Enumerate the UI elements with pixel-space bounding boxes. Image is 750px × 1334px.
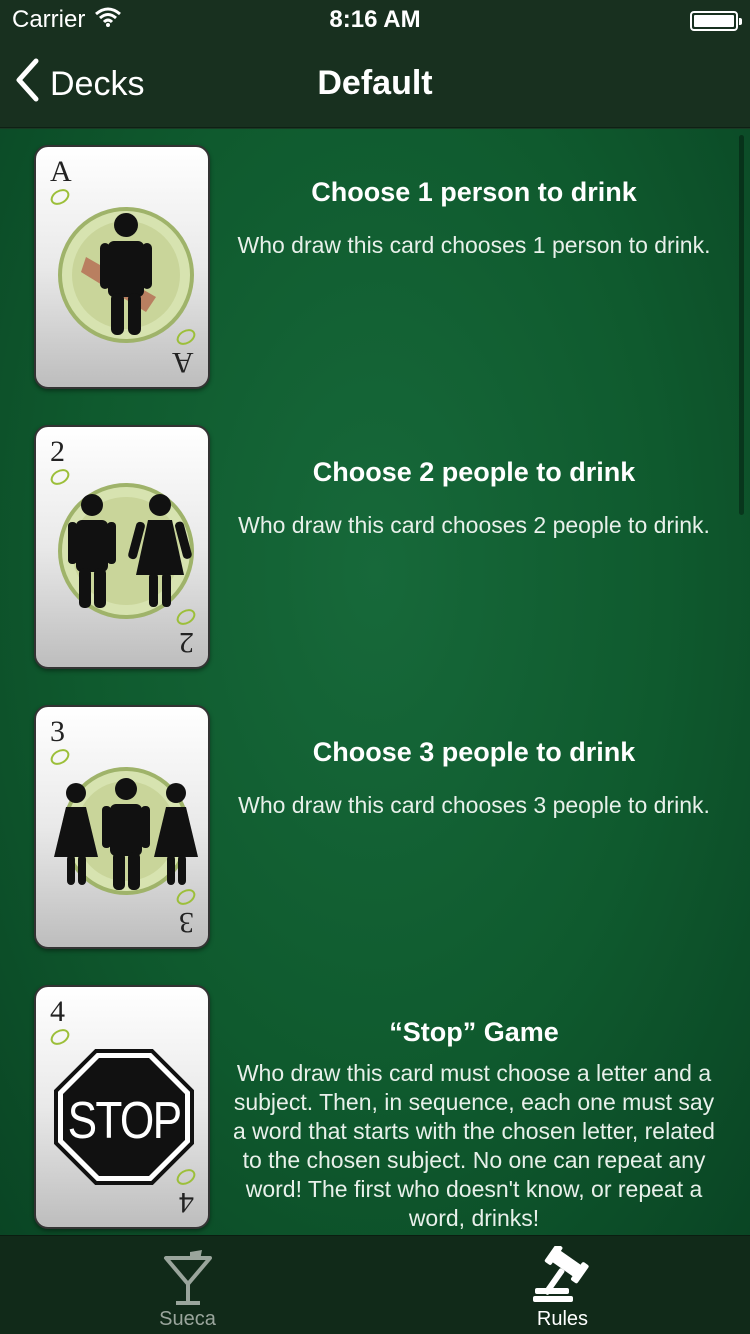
cocktail-glass-icon <box>163 1250 212 1305</box>
tab-bar: Sueca Rules <box>0 1235 750 1334</box>
leaf-icon <box>176 889 196 905</box>
tab-label: Sueca <box>159 1308 216 1330</box>
rule-title: Choose 2 people to drink <box>312 457 636 487</box>
tab-label: Rules <box>536 1308 589 1330</box>
leaf-icon <box>50 1029 70 1045</box>
rule-description: Who draw this card chooses 3 people to d… <box>238 792 710 818</box>
stop-sign-text: STOP <box>67 1092 182 1150</box>
card-image: A A <box>34 145 210 389</box>
card-rank-inverted: 4 <box>179 1186 194 1219</box>
rule-title: Choose 3 people to drink <box>312 737 636 767</box>
rules-list[interactable]: A A Choose 1 person to drink Who draw th… <box>0 129 750 1235</box>
leaf-icon <box>176 1169 196 1185</box>
rule-description: Who draw this card chooses 2 people to d… <box>238 512 710 538</box>
navigation-bar: Decks Default <box>0 40 750 128</box>
card-rank-inverted: A <box>172 346 194 379</box>
tab-sueca[interactable]: Sueca <box>0 1236 375 1334</box>
rule-text: Choose 2 people to drink Who draw this c… <box>232 455 716 540</box>
rule-text: “Stop” Game Who draw this card must choo… <box>232 1015 716 1233</box>
list-item[interactable]: 4 4 STOP “Stop” Game Who draw this card … <box>0 969 750 1231</box>
status-time: 8:16 AM <box>329 6 421 33</box>
card-image: 3 3 <box>34 705 210 949</box>
leaf-icon <box>176 329 196 345</box>
card-rank-inverted: 3 <box>179 906 194 939</box>
rule-text: Choose 1 person to drink Who draw this c… <box>232 175 716 260</box>
card-rank-inverted: 2 <box>179 626 194 659</box>
rule-description: Who draw this card chooses 1 person to d… <box>237 232 711 258</box>
page-title: Default <box>317 64 433 102</box>
tab-rules[interactable]: Rules <box>375 1236 750 1334</box>
rule-text: Choose 3 people to drink Who draw this c… <box>232 735 716 820</box>
leaf-icon <box>176 609 196 625</box>
leaf-icon <box>50 189 70 205</box>
card-image: 4 4 STOP <box>34 985 210 1229</box>
list-item[interactable]: 3 3 Choose 3 people to drink Who draw th… <box>0 689 750 949</box>
list-item[interactable]: A A Choose 1 person to drink Who draw th… <box>0 129 750 389</box>
leaf-icon <box>50 469 70 485</box>
card-rank: 3 <box>50 715 65 748</box>
rule-title: Choose 1 person to drink <box>311 177 637 207</box>
status-bar: Carrier 8:16 AM <box>0 0 750 40</box>
rule-description: Who draw this card must choose a letter … <box>233 1060 715 1231</box>
battery-fill <box>694 15 734 27</box>
battery-icon <box>690 11 742 31</box>
card-rank: 2 <box>50 435 65 468</box>
gavel-icon <box>532 1246 589 1302</box>
card-rank: A <box>50 155 72 188</box>
card-image: 2 2 <box>34 425 210 669</box>
card-rank: 4 <box>50 995 65 1028</box>
leaf-icon <box>50 749 70 765</box>
list-item[interactable]: 2 2 Choose 2 people to drink Who draw th… <box>0 409 750 669</box>
rule-title: “Stop” Game <box>389 1017 559 1047</box>
